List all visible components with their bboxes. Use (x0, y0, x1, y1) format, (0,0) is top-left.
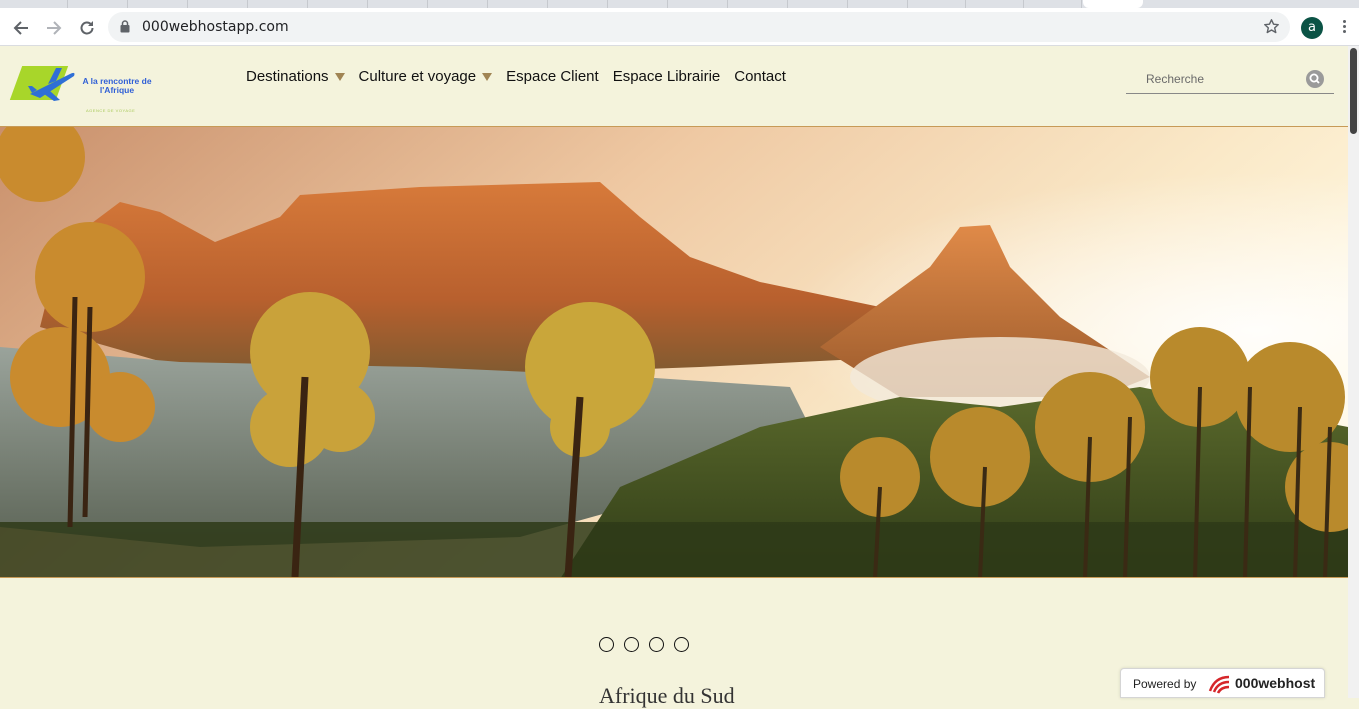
carousel-dot[interactable] (624, 637, 639, 652)
site-logo[interactable]: A la rencontre de l'Afrique AGENCE DE VO… (9, 62, 159, 116)
reload-button[interactable] (75, 16, 99, 40)
browser-menu-icon[interactable] (1339, 18, 1349, 38)
carousel-dot[interactable] (674, 637, 689, 652)
000webhost-logo-icon (1208, 675, 1230, 694)
carousel-dot[interactable] (599, 637, 614, 652)
nav-label: Culture et voyage (358, 68, 477, 85)
nav-destinations[interactable]: Destinations (246, 68, 345, 85)
caret-down-icon (482, 72, 493, 81)
lock-icon (120, 20, 130, 33)
arrow-left-icon (13, 21, 28, 35)
browser-tab[interactable] (848, 0, 908, 8)
browser-tab[interactable] (368, 0, 428, 8)
browser-tab[interactable] (668, 0, 728, 8)
browser-tab[interactable] (608, 0, 668, 8)
address-bar[interactable]: 000webhostapp.com (108, 12, 1290, 42)
browser-tab[interactable] (188, 0, 248, 8)
browser-tab[interactable] (0, 0, 68, 8)
airplane-icon (28, 68, 75, 101)
browser-tab-strip (0, 0, 1359, 8)
nav-label: Espace Librairie (612, 68, 721, 85)
browser-tab[interactable] (488, 0, 548, 8)
arrow-right-icon (47, 21, 62, 35)
slide-caption: Afrique du Sud (599, 683, 735, 708)
nav-espace-client[interactable]: Espace Client (506, 68, 599, 85)
nav-contact[interactable]: Contact (734, 68, 786, 85)
url-text: 000webhostapp.com (142, 19, 289, 35)
browser-tab[interactable] (788, 0, 848, 8)
caret-down-icon (334, 72, 345, 81)
powered-by-badge[interactable]: Powered by 000webhost (1120, 668, 1325, 698)
browser-tab[interactable] (428, 0, 488, 8)
browser-tab[interactable] (68, 0, 128, 8)
browser-tab[interactable] (1024, 0, 1082, 8)
nav-espace-librairie[interactable]: Espace Librairie (613, 68, 721, 85)
browser-tab[interactable] (308, 0, 368, 8)
powered-by-brand: 000webhost (1235, 675, 1316, 691)
bookmark-star-icon[interactable] (1263, 18, 1280, 35)
search-icon[interactable] (1306, 70, 1324, 88)
nav-label: Destinations (246, 68, 329, 85)
forward-button[interactable] (42, 16, 66, 40)
hero-image (0, 126, 1348, 578)
browser-tab[interactable] (248, 0, 308, 8)
back-button[interactable] (9, 16, 33, 40)
browser-tab[interactable] (728, 0, 788, 8)
carousel-dot[interactable] (649, 637, 664, 652)
browser-tab[interactable] (908, 0, 966, 8)
landscape-illustration (0, 127, 1348, 577)
logo-subtitle: AGENCE DE VOYAGE (86, 108, 136, 113)
logo-title: A la rencontre de l'Afrique (82, 76, 152, 95)
carousel-indicators (599, 637, 699, 652)
profile-avatar[interactable]: a (1301, 17, 1323, 39)
nav-culture-et-voyage[interactable]: Culture et voyage (359, 68, 493, 85)
nav-label: Contact (734, 68, 786, 85)
nav-label: Espace Client (506, 68, 599, 85)
main-navigation: Destinations Culture et voyage Espace Cl… (246, 68, 800, 85)
browser-tab[interactable] (128, 0, 188, 8)
reload-icon (80, 21, 94, 35)
site-header: A la rencontre de l'Afrique AGENCE DE VO… (0, 46, 1348, 126)
search-box (1126, 64, 1334, 94)
powered-by-label: Powered by (1133, 677, 1197, 691)
browser-toolbar: 000webhostapp.com a (0, 8, 1359, 46)
browser-tab[interactable] (548, 0, 608, 8)
active-browser-tab[interactable] (1083, 0, 1143, 8)
page-scrollbar[interactable] (1348, 46, 1359, 698)
search-input[interactable] (1126, 68, 1296, 90)
browser-tab[interactable] (966, 0, 1024, 8)
scrollbar-thumb[interactable] (1350, 48, 1357, 134)
